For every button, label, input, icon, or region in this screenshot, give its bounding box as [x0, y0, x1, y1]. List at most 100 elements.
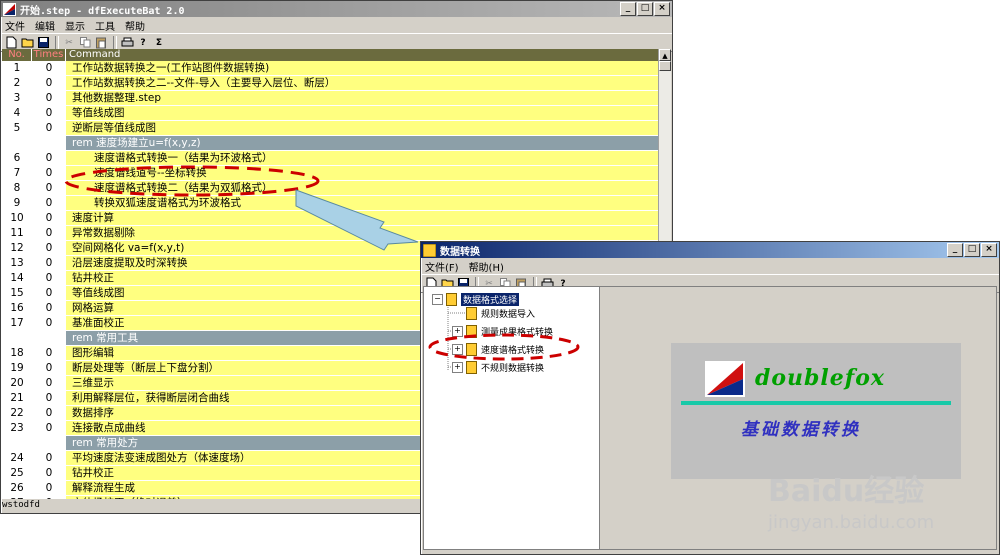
table-row[interactable]: 1 0 工作站数据转换之一(工作站图件数据转换): [2, 61, 658, 76]
row-number: 4: [2, 106, 32, 120]
row-times: 0: [32, 151, 66, 165]
open-folder-icon[interactable]: [20, 36, 34, 49]
main-window-title: 开始.step - dfExecuteBat 2.0: [20, 5, 185, 17]
row-command[interactable]: 速度计算: [66, 211, 658, 225]
table-row[interactable]: rem 速度场建立u=f(x,y,z): [2, 136, 658, 151]
row-times: [32, 436, 66, 450]
dialog-maximize-button[interactable]: □: [964, 243, 980, 257]
row-times: 0: [32, 256, 66, 270]
highlight-ellipse-dialog: [428, 333, 580, 361]
row-number: 12: [2, 241, 32, 255]
format-tree[interactable]: − 数据格式选择 规则数据导入 + 测量成果格式转换 + 速度谱格式转换 + 不…: [423, 286, 601, 550]
dialog-minimize-button[interactable]: _: [947, 243, 963, 257]
close-button[interactable]: ×: [654, 2, 670, 16]
row-times: 0: [32, 421, 66, 435]
row-command[interactable]: 其他数据整理.step: [66, 91, 658, 105]
dialog-title: 数据转换: [440, 246, 480, 258]
grid-header: No. Times Command: [2, 49, 658, 61]
row-command[interactable]: 转换双狐速度谱格式为环波格式: [66, 196, 658, 210]
sigma-icon[interactable]: Σ: [152, 36, 166, 49]
row-command[interactable]: 速度谱格式转换一（结果为环波格式）: [66, 151, 658, 165]
row-number: 26: [2, 481, 32, 495]
row-number: 2: [2, 76, 32, 90]
row-times: 0: [32, 166, 66, 180]
menu-file[interactable]: 文件: [5, 18, 25, 33]
menu-help[interactable]: 帮助: [125, 18, 145, 33]
row-times: 0: [32, 241, 66, 255]
row-number: 6: [2, 151, 32, 165]
minimize-button[interactable]: _: [620, 2, 636, 16]
dialog-menu-help[interactable]: 帮助(H): [469, 259, 504, 274]
row-command[interactable]: 工作站数据转换之一(工作站图件数据转换): [66, 61, 658, 75]
table-row[interactable]: 4 0 等值线成图: [2, 106, 658, 121]
row-command[interactable]: rem 速度场建立u=f(x,y,z): [66, 136, 658, 150]
row-times: 0: [32, 211, 66, 225]
save-icon[interactable]: [36, 36, 50, 49]
toolbar-separator: [113, 36, 117, 49]
dialog-menubar: 文件(F) 帮助(H): [421, 258, 999, 274]
row-times: 0: [32, 76, 66, 90]
table-row[interactable]: 3 0 其他数据整理.step: [2, 91, 658, 106]
row-times: 0: [32, 391, 66, 405]
row-number: 3: [2, 91, 32, 105]
app-icon: [3, 2, 16, 16]
doublefox-logo-icon: [705, 361, 745, 397]
col-command-header[interactable]: Command: [66, 49, 658, 61]
table-row[interactable]: 7 0 速度谱线道号--坐标转换: [2, 166, 658, 181]
row-number: 9: [2, 196, 32, 210]
copy-icon[interactable]: [78, 36, 92, 49]
row-times: 0: [32, 181, 66, 195]
preview-pane: doublefox 基础数据转换: [599, 286, 997, 550]
new-file-icon[interactable]: [4, 36, 18, 49]
row-number: [2, 331, 32, 345]
scroll-up-arrow[interactable]: ▲: [659, 49, 671, 61]
main-titlebar[interactable]: 开始.step - dfExecuteBat 2.0 _ □ ×: [1, 1, 672, 17]
table-row[interactable]: 6 0 速度谱格式转换一（结果为环波格式）: [2, 151, 658, 166]
row-number: 1: [2, 61, 32, 75]
menu-view[interactable]: 显示: [65, 18, 85, 33]
dialog-menu-file[interactable]: 文件(F): [425, 259, 459, 274]
row-command[interactable]: 速度谱格式转换二（结果为双狐格式）: [66, 181, 658, 195]
row-times: 0: [32, 196, 66, 210]
row-command[interactable]: 等值线成图: [66, 106, 658, 120]
row-command[interactable]: 工作站数据转换之二--文件-导入（主要导入层位、断层）: [66, 76, 658, 90]
row-times: 0: [32, 406, 66, 420]
col-no-header[interactable]: No.: [2, 49, 32, 61]
row-number: 25: [2, 466, 32, 480]
row-number: 18: [2, 346, 32, 360]
dialog-close-button[interactable]: ×: [981, 243, 997, 257]
cut-icon[interactable]: ✂: [62, 36, 76, 49]
table-row[interactable]: 5 0 逆断层等值线成图: [2, 121, 658, 136]
brand-name: doublefox: [755, 365, 886, 391]
table-row[interactable]: 9 0 转换双狐速度谱格式为环波格式: [2, 196, 658, 211]
print-icon[interactable]: [120, 36, 134, 49]
dialog-titlebar[interactable]: 数据转换 _ □ ×: [421, 242, 999, 258]
scroll-thumb[interactable]: [659, 61, 671, 71]
row-number: 17: [2, 316, 32, 330]
row-number: 27: [2, 496, 32, 499]
row-times: 0: [32, 451, 66, 465]
row-command[interactable]: 速度谱线道号--坐标转换: [66, 166, 658, 180]
row-times: 0: [32, 496, 66, 499]
table-row[interactable]: 11 0 异常数据剔除: [2, 226, 658, 241]
menu-tools[interactable]: 工具: [95, 18, 115, 33]
menu-edit[interactable]: 编辑: [35, 18, 55, 33]
row-command[interactable]: 逆断层等值线成图: [66, 121, 658, 135]
row-times: 0: [32, 61, 66, 75]
row-number: 21: [2, 391, 32, 405]
row-number: 24: [2, 451, 32, 465]
row-command[interactable]: 异常数据剔除: [66, 226, 658, 240]
col-times-header[interactable]: Times: [32, 49, 66, 61]
maximize-button[interactable]: □: [637, 2, 653, 16]
row-number: 7: [2, 166, 32, 180]
table-row[interactable]: 2 0 工作站数据转换之二--文件-导入（主要导入层位、断层）: [2, 76, 658, 91]
help-icon[interactable]: ?: [136, 36, 150, 49]
paste-icon[interactable]: [94, 36, 108, 49]
table-row[interactable]: 10 0 速度计算: [2, 211, 658, 226]
dialog-app-icon: [423, 243, 436, 257]
row-number: 20: [2, 376, 32, 390]
row-times: 0: [32, 466, 66, 480]
baidu-watermark-logo: Baidu经验: [768, 474, 925, 509]
main-menubar: 文件 编辑 显示 工具 帮助: [1, 17, 672, 33]
table-row[interactable]: 8 0 速度谱格式转换二（结果为双狐格式）: [2, 181, 658, 196]
